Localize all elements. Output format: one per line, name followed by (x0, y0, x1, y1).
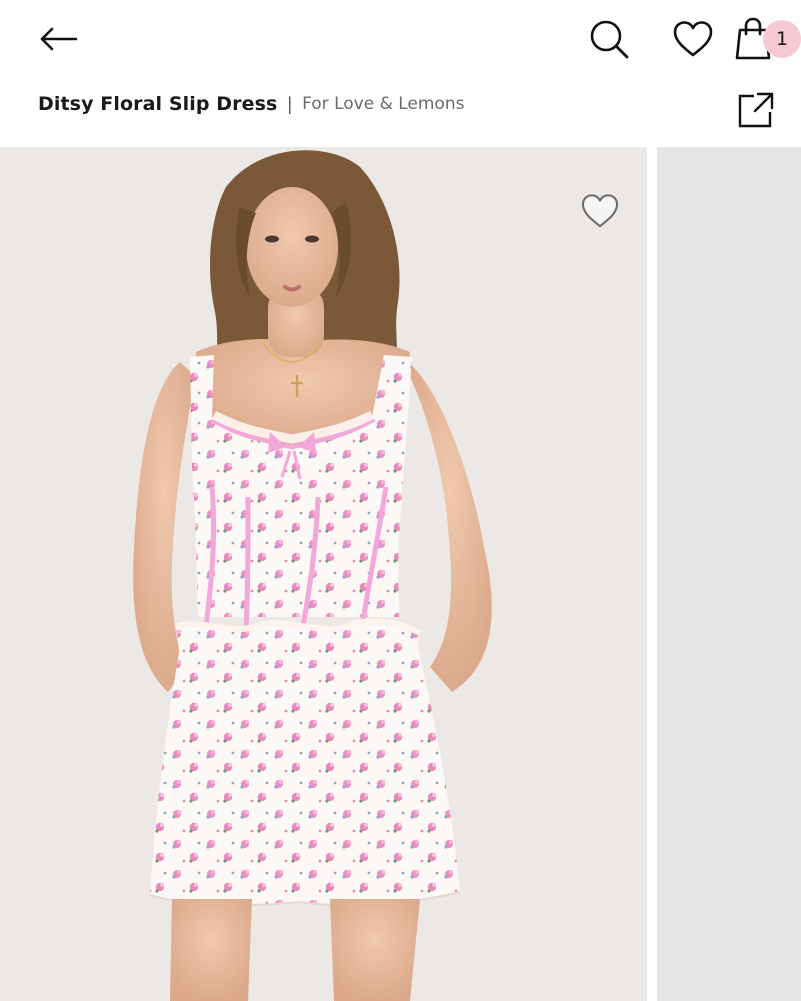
product-image-gallery[interactable] (0, 147, 801, 1001)
search-button[interactable] (584, 14, 634, 64)
heart-icon (673, 21, 713, 57)
search-icon (590, 20, 629, 59)
product-image-main[interactable] (0, 147, 647, 1001)
favorite-image-button[interactable] (578, 191, 622, 231)
top-navigation-bar: 1 (0, 0, 801, 80)
product-photo (0, 147, 647, 1001)
heart-outline-icon (581, 194, 619, 228)
product-title-row: Ditsy Floral Slip Dress | For Love & Lem… (38, 93, 464, 115)
arrow-left-icon (40, 27, 78, 51)
wishlist-button[interactable] (668, 14, 718, 64)
title-separator: | (287, 93, 293, 114)
share-button[interactable] (734, 88, 778, 132)
back-button[interactable] (34, 18, 82, 60)
brand-link[interactable]: For Love & Lemons (302, 94, 464, 114)
product-name: Ditsy Floral Slip Dress (38, 93, 278, 115)
share-icon (738, 92, 774, 128)
product-image-next-peek[interactable] (657, 147, 801, 1001)
bag-count-badge: 1 (763, 20, 801, 58)
